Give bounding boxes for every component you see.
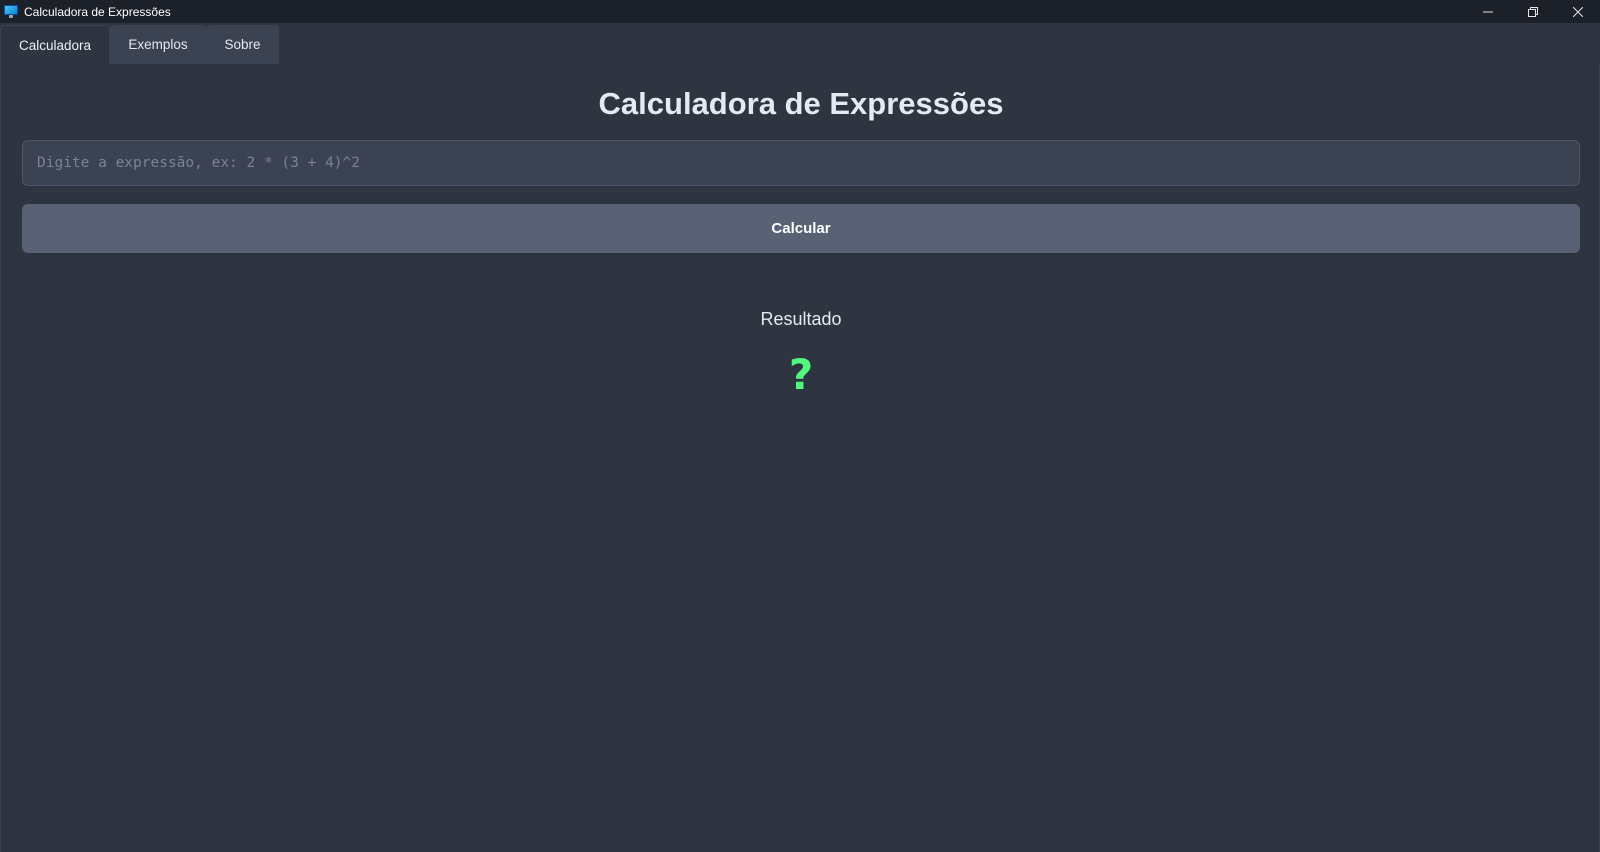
minimize-icon <box>1482 11 1493 12</box>
tab-calculadora[interactable]: Calculadora <box>0 25 110 64</box>
window-title: Calculadora de Expressões <box>24 4 171 19</box>
calculator-panel: Calculadora de Expressões Calcular Resul… <box>0 64 1600 852</box>
close-button[interactable] <box>1555 0 1600 23</box>
page-title: Calculadora de Expressões <box>598 86 1004 121</box>
expression-input[interactable] <box>22 140 1580 186</box>
window-controls <box>1465 0 1600 23</box>
tab-bar: Calculadora Exemplos Sobre <box>0 23 1600 64</box>
restore-icon <box>1527 6 1538 17</box>
restore-button[interactable] <box>1510 0 1555 23</box>
result-value: ? <box>788 350 814 399</box>
monitor-icon <box>4 4 18 19</box>
minimize-button[interactable] <box>1465 0 1510 23</box>
tab-exemplos[interactable]: Exemplos <box>110 25 206 64</box>
calculate-button[interactable]: Calcular <box>22 204 1580 253</box>
close-icon <box>1572 6 1583 17</box>
tab-sobre[interactable]: Sobre <box>206 25 279 64</box>
app-window: Calculadora de Expressões Calculadora Ex… <box>0 0 1600 852</box>
result-label: Resultado <box>760 309 842 329</box>
title-bar[interactable]: Calculadora de Expressões <box>0 0 1600 23</box>
